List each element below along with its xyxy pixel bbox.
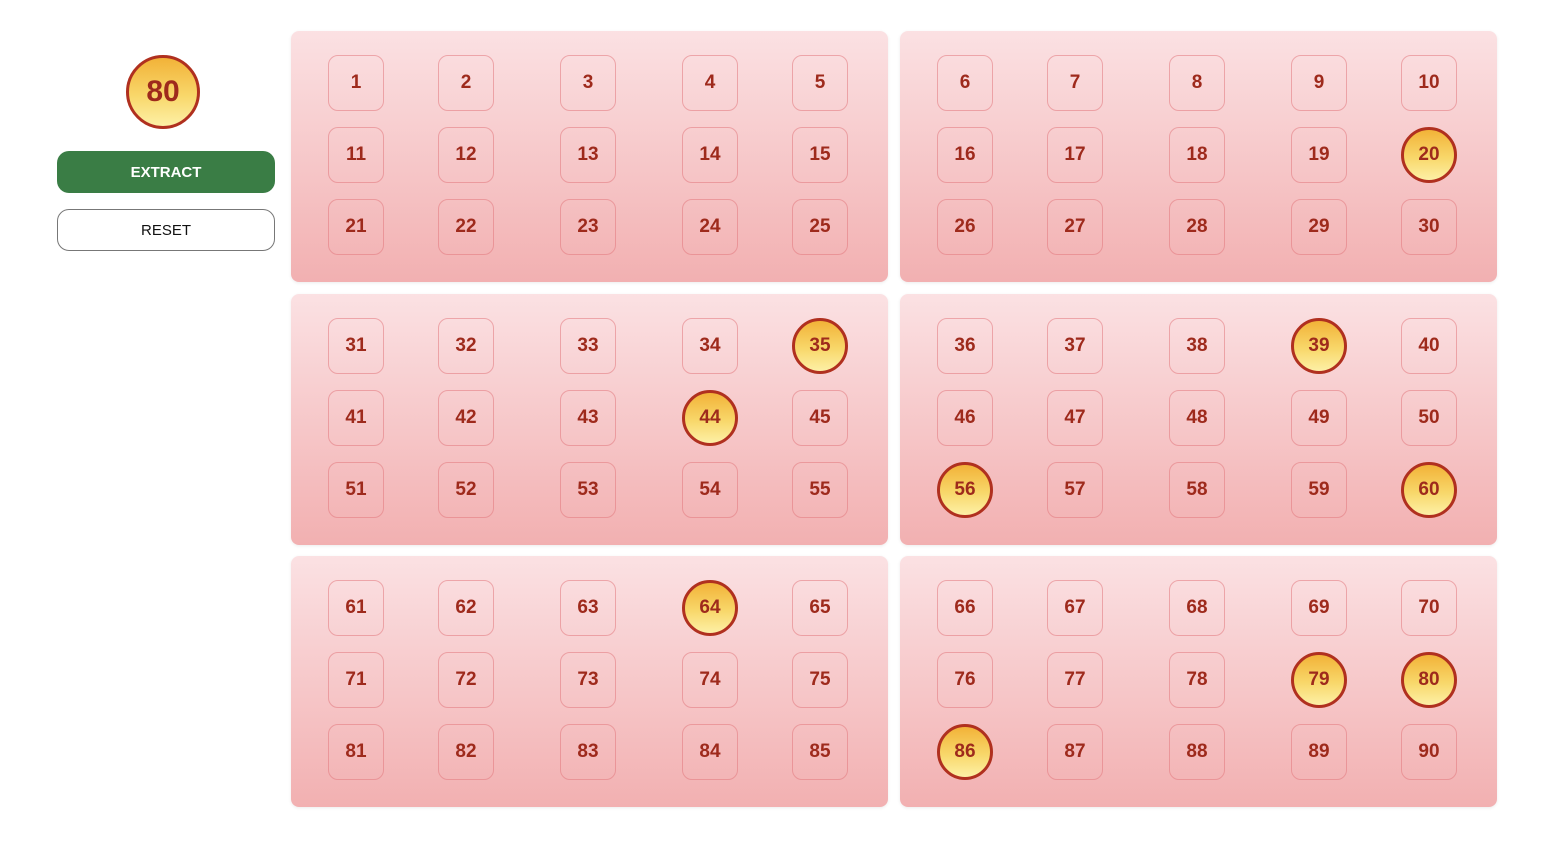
number-cell[interactable]: 22 bbox=[438, 199, 494, 255]
number-cell[interactable]: 77 bbox=[1047, 652, 1103, 708]
number-cell[interactable]: 18 bbox=[1169, 127, 1225, 183]
number-cell[interactable]: 88 bbox=[1169, 724, 1225, 780]
number-cell[interactable]: 89 bbox=[1291, 724, 1347, 780]
number-cell[interactable]: 54 bbox=[682, 462, 738, 518]
number-cell[interactable]: 30 bbox=[1401, 199, 1457, 255]
number-cell[interactable]: 19 bbox=[1291, 127, 1347, 183]
number-cell[interactable]: 26 bbox=[937, 199, 993, 255]
drawn-number-cell[interactable]: 20 bbox=[1401, 127, 1457, 183]
number-cell[interactable]: 76 bbox=[937, 652, 993, 708]
number-cell[interactable]: 9 bbox=[1291, 55, 1347, 111]
number-cell[interactable]: 25 bbox=[792, 199, 848, 255]
drawn-number-cell[interactable]: 79 bbox=[1291, 652, 1347, 708]
number-cell[interactable]: 85 bbox=[792, 724, 848, 780]
number-cell[interactable]: 37 bbox=[1047, 318, 1103, 374]
number-cell[interactable]: 55 bbox=[792, 462, 848, 518]
card-panel: 1 2 3 4 5 11 12 13 14 15 21 22 23 24 25 bbox=[291, 31, 888, 282]
extract-button[interactable]: EXTRACT bbox=[57, 151, 275, 193]
card-panel: 31 32 33 34 35 41 42 43 44 45 51 52 53 54 55 bbox=[291, 294, 888, 545]
number-cell[interactable]: 28 bbox=[1169, 199, 1225, 255]
card-panel: 36 37 38 39 40 46 47 48 49 50 56 57 58 59 60 bbox=[900, 294, 1497, 545]
number-cell[interactable]: 10 bbox=[1401, 55, 1457, 111]
number-cell[interactable]: 2 bbox=[438, 55, 494, 111]
number-cell[interactable]: 15 bbox=[792, 127, 848, 183]
number-cell[interactable]: 46 bbox=[937, 390, 993, 446]
number-cell[interactable]: 16 bbox=[937, 127, 993, 183]
number-cell[interactable]: 32 bbox=[438, 318, 494, 374]
number-cell[interactable]: 87 bbox=[1047, 724, 1103, 780]
number-cell[interactable]: 12 bbox=[438, 127, 494, 183]
number-cell[interactable]: 1 bbox=[328, 55, 384, 111]
number-cell[interactable]: 14 bbox=[682, 127, 738, 183]
number-cell[interactable]: 53 bbox=[560, 462, 616, 518]
number-cell[interactable]: 90 bbox=[1401, 724, 1457, 780]
number-cell[interactable]: 75 bbox=[792, 652, 848, 708]
number-cell[interactable]: 68 bbox=[1169, 580, 1225, 636]
number-cell[interactable]: 11 bbox=[328, 127, 384, 183]
drawn-number-cell[interactable]: 39 bbox=[1291, 318, 1347, 374]
drawn-number-cell[interactable]: 56 bbox=[937, 462, 993, 518]
number-cell[interactable]: 17 bbox=[1047, 127, 1103, 183]
number-cell[interactable]: 33 bbox=[560, 318, 616, 374]
drawn-number-cell[interactable]: 60 bbox=[1401, 462, 1457, 518]
number-cell[interactable]: 49 bbox=[1291, 390, 1347, 446]
card-panel: 6 7 8 9 10 16 17 18 19 20 26 27 28 29 30 bbox=[900, 31, 1497, 282]
number-cell[interactable]: 61 bbox=[328, 580, 384, 636]
number-cell[interactable]: 43 bbox=[560, 390, 616, 446]
drawn-number-cell[interactable]: 35 bbox=[792, 318, 848, 374]
number-cell[interactable]: 63 bbox=[560, 580, 616, 636]
number-cell[interactable]: 31 bbox=[328, 318, 384, 374]
number-cell[interactable]: 72 bbox=[438, 652, 494, 708]
number-cell[interactable]: 4 bbox=[682, 55, 738, 111]
number-cell[interactable]: 8 bbox=[1169, 55, 1225, 111]
number-cell[interactable]: 27 bbox=[1047, 199, 1103, 255]
number-cell[interactable]: 36 bbox=[937, 318, 993, 374]
drawn-number-cell[interactable]: 86 bbox=[937, 724, 993, 780]
card-panel: 66 67 68 69 70 76 77 78 79 80 86 87 88 89 90 bbox=[900, 556, 1497, 807]
number-cell[interactable]: 65 bbox=[792, 580, 848, 636]
number-cell[interactable]: 40 bbox=[1401, 318, 1457, 374]
number-cell[interactable]: 52 bbox=[438, 462, 494, 518]
number-cell[interactable]: 3 bbox=[560, 55, 616, 111]
number-cell[interactable]: 84 bbox=[682, 724, 738, 780]
number-cell[interactable]: 24 bbox=[682, 199, 738, 255]
number-cell[interactable]: 66 bbox=[937, 580, 993, 636]
number-cell[interactable]: 45 bbox=[792, 390, 848, 446]
number-cell[interactable]: 50 bbox=[1401, 390, 1457, 446]
number-cell[interactable]: 5 bbox=[792, 55, 848, 111]
number-cell[interactable]: 67 bbox=[1047, 580, 1103, 636]
number-cell[interactable]: 13 bbox=[560, 127, 616, 183]
current-number-ball: 80 bbox=[126, 55, 200, 129]
number-cell[interactable]: 71 bbox=[328, 652, 384, 708]
number-cell[interactable]: 59 bbox=[1291, 462, 1347, 518]
number-cell[interactable]: 51 bbox=[328, 462, 384, 518]
number-cell[interactable]: 41 bbox=[328, 390, 384, 446]
number-cell[interactable]: 74 bbox=[682, 652, 738, 708]
number-cell[interactable]: 48 bbox=[1169, 390, 1225, 446]
number-cell[interactable]: 69 bbox=[1291, 580, 1347, 636]
number-cell[interactable]: 78 bbox=[1169, 652, 1225, 708]
number-cell[interactable]: 6 bbox=[937, 55, 993, 111]
number-cell[interactable]: 29 bbox=[1291, 199, 1347, 255]
reset-button[interactable]: RESET bbox=[57, 209, 275, 251]
number-cell[interactable]: 34 bbox=[682, 318, 738, 374]
number-cell[interactable]: 57 bbox=[1047, 462, 1103, 518]
number-cell[interactable]: 70 bbox=[1401, 580, 1457, 636]
number-cell[interactable]: 62 bbox=[438, 580, 494, 636]
drawn-number-cell[interactable]: 80 bbox=[1401, 652, 1457, 708]
number-cell[interactable]: 23 bbox=[560, 199, 616, 255]
number-cell[interactable]: 83 bbox=[560, 724, 616, 780]
card-panel: 61 62 63 64 65 71 72 73 74 75 81 82 83 84 85 bbox=[291, 556, 888, 807]
number-cell[interactable]: 21 bbox=[328, 199, 384, 255]
number-cell[interactable]: 7 bbox=[1047, 55, 1103, 111]
number-cell[interactable]: 73 bbox=[560, 652, 616, 708]
number-cell[interactable]: 42 bbox=[438, 390, 494, 446]
number-cell[interactable]: 38 bbox=[1169, 318, 1225, 374]
number-cell[interactable]: 81 bbox=[328, 724, 384, 780]
drawn-number-cell[interactable]: 44 bbox=[682, 390, 738, 446]
number-cell[interactable]: 47 bbox=[1047, 390, 1103, 446]
drawn-number-cell[interactable]: 64 bbox=[682, 580, 738, 636]
number-cell[interactable]: 58 bbox=[1169, 462, 1225, 518]
number-cell[interactable]: 82 bbox=[438, 724, 494, 780]
